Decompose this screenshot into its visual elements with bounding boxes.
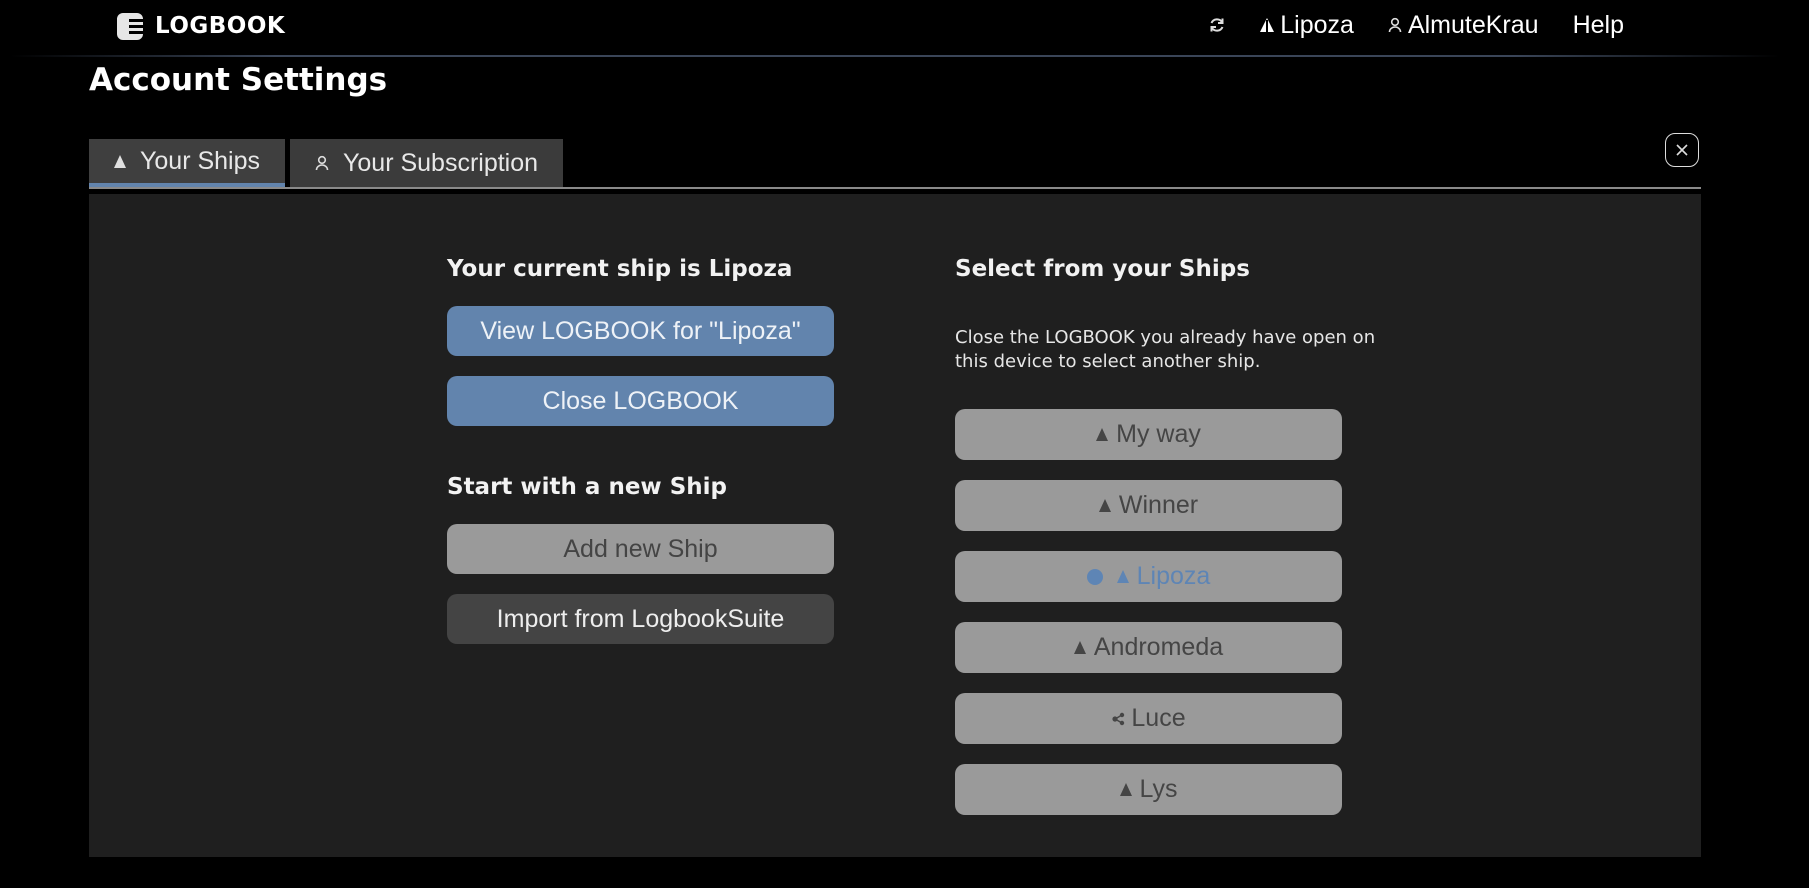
nav-current-ship[interactable]: Lipoza bbox=[1260, 11, 1354, 40]
ship-option-winner[interactable]: Winner bbox=[955, 480, 1342, 531]
ship-option-lys[interactable]: Lys bbox=[955, 764, 1342, 815]
current-ship-heading: Your current ship is Lipoza bbox=[447, 256, 793, 282]
tab-your-ships[interactable]: Your Ships bbox=[89, 139, 285, 187]
ship-option-label: Luce bbox=[1131, 704, 1186, 732]
close-button[interactable] bbox=[1665, 133, 1699, 167]
ship-option-label: Andromeda bbox=[1093, 633, 1224, 661]
current-ship-section: Your current ship is Lipoza View LOGBOOK… bbox=[447, 256, 834, 644]
ship-option-luce[interactable]: Luce bbox=[955, 693, 1342, 744]
brand-name: LOGBOOK bbox=[155, 13, 286, 39]
select-ship-help-line1: Close the LOGBOOK you already have open … bbox=[955, 327, 1376, 348]
brand[interactable]: LOGBOOK bbox=[115, 10, 285, 42]
current-ship-indicator bbox=[1086, 568, 1103, 585]
sail-icon bbox=[114, 154, 126, 168]
logbook-logo-icon bbox=[117, 13, 143, 40]
sail-icon bbox=[1260, 18, 1275, 32]
tabs-divider bbox=[89, 187, 1701, 189]
import-logbooksuite-button[interactable]: Import from LogbookSuite bbox=[447, 594, 834, 644]
page-title: Account Settings bbox=[89, 62, 388, 98]
ship-option-my-way[interactable]: My way bbox=[955, 409, 1342, 460]
ship-option-andromeda[interactable]: Andromeda bbox=[955, 622, 1342, 673]
add-new-ship-button[interactable]: Add new Ship bbox=[447, 524, 834, 574]
view-logbook-button[interactable]: View LOGBOOK for "Lipoza" bbox=[447, 306, 834, 356]
ship-option-lipoza[interactable]: Lipoza bbox=[955, 551, 1342, 602]
select-ship-heading: Select from your Ships bbox=[955, 256, 1250, 282]
close-icon bbox=[1676, 144, 1688, 156]
tab-your-subscription[interactable]: Your Subscription bbox=[290, 139, 564, 187]
close-logbook-button[interactable]: Close LOGBOOK bbox=[447, 376, 834, 426]
ship-option-label: Lys bbox=[1139, 775, 1178, 803]
network-icon bbox=[1112, 712, 1125, 725]
select-ship-section: Select from your Ships Close the LOGBOOK… bbox=[955, 256, 1375, 815]
sail-icon bbox=[1098, 499, 1111, 512]
user-icon bbox=[315, 155, 329, 171]
ships-panel: Your current ship is Lipoza View LOGBOOK… bbox=[89, 194, 1701, 857]
nav-user-label: AlmuteKrau bbox=[1407, 10, 1539, 39]
sail-icon bbox=[1073, 641, 1086, 654]
new-ship-heading: Start with a new Ship bbox=[447, 474, 727, 500]
ship-option-label: Winner bbox=[1118, 491, 1199, 519]
top-nav: Lipoza AlmuteKrau Help bbox=[1174, 8, 1624, 42]
nav-help[interactable]: Help bbox=[1573, 11, 1624, 40]
sync-icon bbox=[1210, 18, 1224, 32]
sail-icon bbox=[1096, 428, 1109, 441]
nav-user[interactable]: AlmuteKrau bbox=[1388, 11, 1539, 40]
header-divider bbox=[10, 55, 1780, 57]
ship-option-label: My way bbox=[1116, 420, 1201, 448]
select-ship-help-line2: this device to select another ship. bbox=[955, 351, 1261, 372]
user-icon bbox=[1388, 17, 1402, 33]
ship-option-label: Lipoza bbox=[1136, 562, 1211, 590]
settings-tabs: Your Ships Your Subscription bbox=[89, 139, 568, 187]
tab-label: Your Subscription bbox=[343, 148, 539, 177]
sail-icon bbox=[1119, 783, 1132, 796]
top-bar: LOGBOOK Lipoza AlmuteKrau Help bbox=[0, 0, 1809, 57]
sync-button[interactable] bbox=[1208, 16, 1226, 34]
sail-icon bbox=[1116, 570, 1129, 583]
nav-current-ship-label: Lipoza bbox=[1280, 10, 1354, 39]
tab-label: Your Ships bbox=[140, 146, 260, 175]
